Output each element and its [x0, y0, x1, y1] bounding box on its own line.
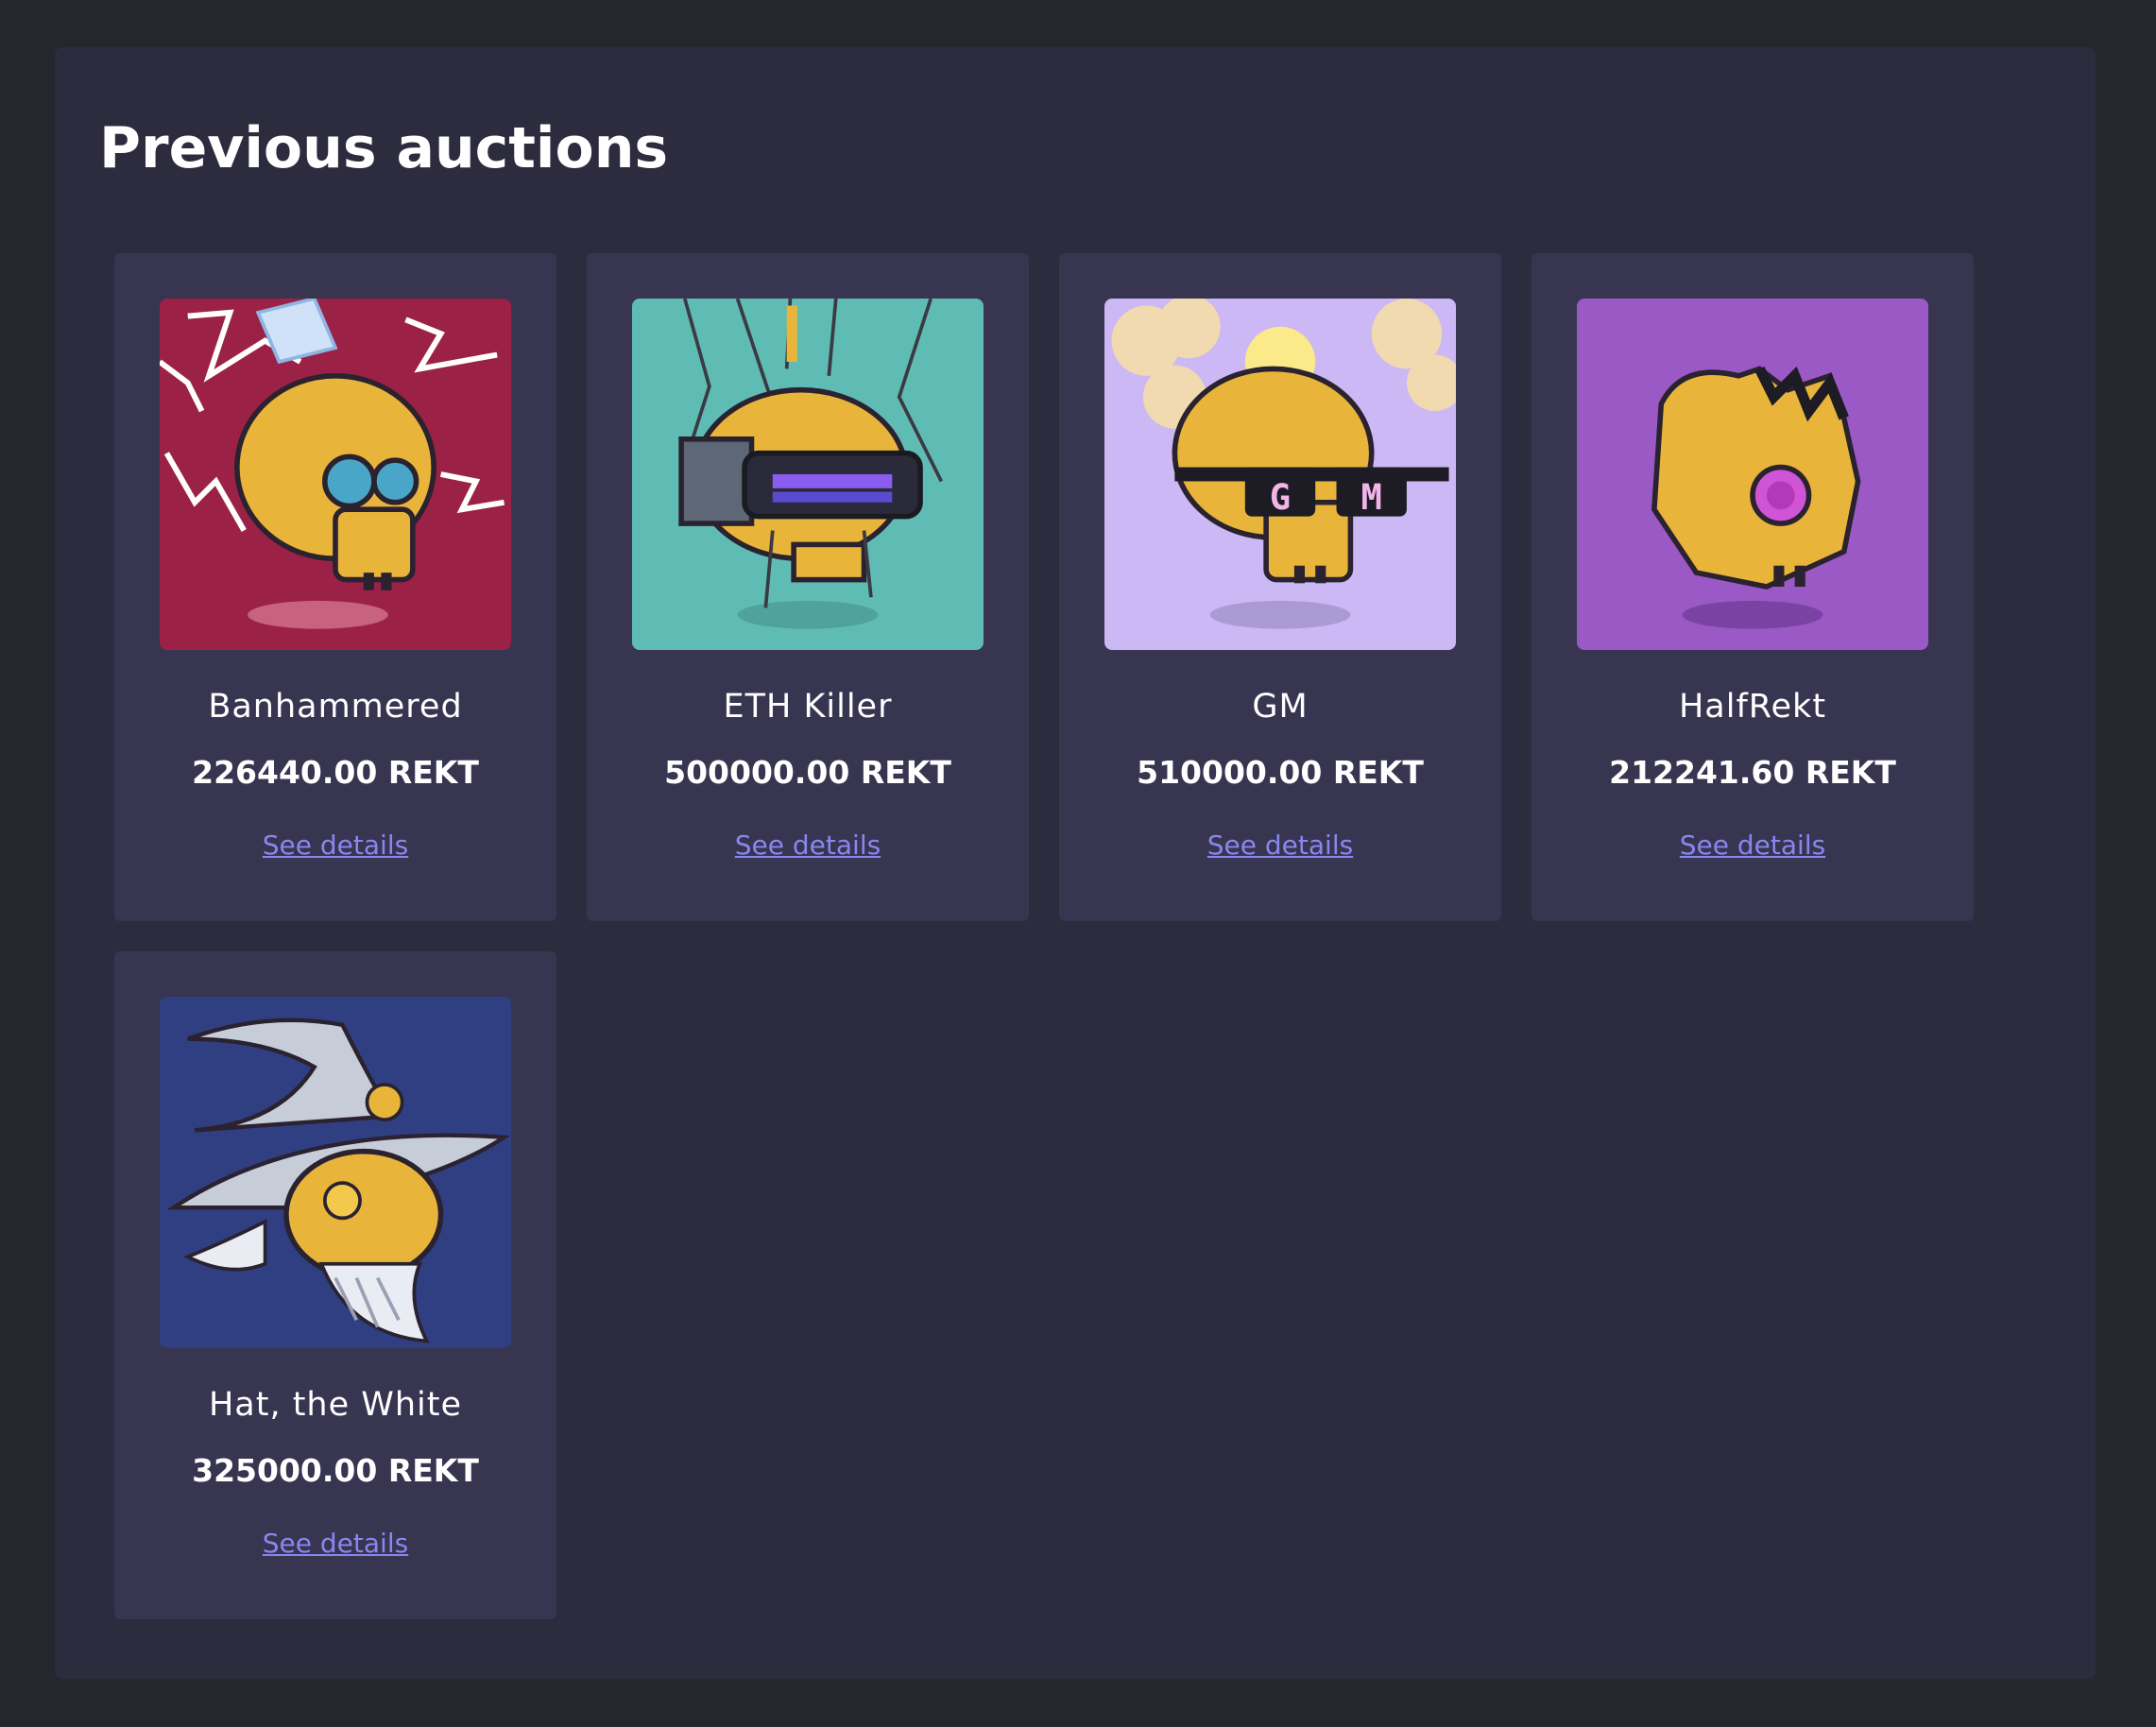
auction-name: ETH Killer — [723, 688, 893, 726]
auction-card: ETH Killer 500000.00 REKT See details — [587, 253, 1029, 921]
auction-name: HalfRekt — [1678, 688, 1827, 726]
auction-card: Banhammered 226440.00 REKT See details — [114, 253, 556, 921]
skull-wizard-image — [160, 997, 511, 1348]
auction-name: GM — [1252, 688, 1309, 726]
auction-image-halfrekt[interactable] — [1577, 299, 1928, 650]
see-details-link[interactable]: See details — [1059, 829, 1501, 861]
skull-lightning-image — [160, 299, 511, 650]
auction-price: 226440.00 REKT — [192, 754, 479, 791]
see-details-link[interactable]: See details — [114, 1528, 556, 1559]
page-title: Previous auctions — [99, 115, 669, 181]
skull-half-image — [1577, 299, 1928, 650]
auction-image-gm[interactable]: G M — [1104, 299, 1456, 650]
auction-image-banhammered[interactable] — [160, 299, 511, 650]
auction-name: Banhammered — [208, 688, 463, 726]
svg-text:G: G — [1270, 476, 1291, 518]
auction-card: G M GM 510000.00 REKT See details — [1059, 253, 1501, 921]
see-details-link[interactable]: See details — [587, 829, 1029, 861]
see-details-link[interactable]: See details — [1531, 829, 1974, 861]
skull-sunglasses-image: G M — [1104, 299, 1456, 650]
auction-name: Hat, the White — [208, 1386, 463, 1424]
auction-card: Hat, the White 325000.00 REKT See detail… — [114, 951, 556, 1619]
auction-price: 510000.00 REKT — [1137, 754, 1424, 791]
auction-price: 212241.60 REKT — [1609, 754, 1896, 791]
auctions-panel: Previous auctions Banhammered 226440.00 … — [55, 47, 2096, 1679]
auction-image-eth-killer[interactable] — [632, 299, 984, 650]
auction-price: 325000.00 REKT — [192, 1452, 479, 1489]
auction-card: HalfRekt 212241.60 REKT See details — [1531, 253, 1974, 921]
auction-price: 500000.00 REKT — [664, 754, 951, 791]
skull-visor-image — [632, 299, 984, 650]
svg-text:M: M — [1361, 476, 1382, 518]
auction-image-hat-the-white[interactable] — [160, 997, 511, 1348]
see-details-link[interactable]: See details — [114, 829, 556, 861]
